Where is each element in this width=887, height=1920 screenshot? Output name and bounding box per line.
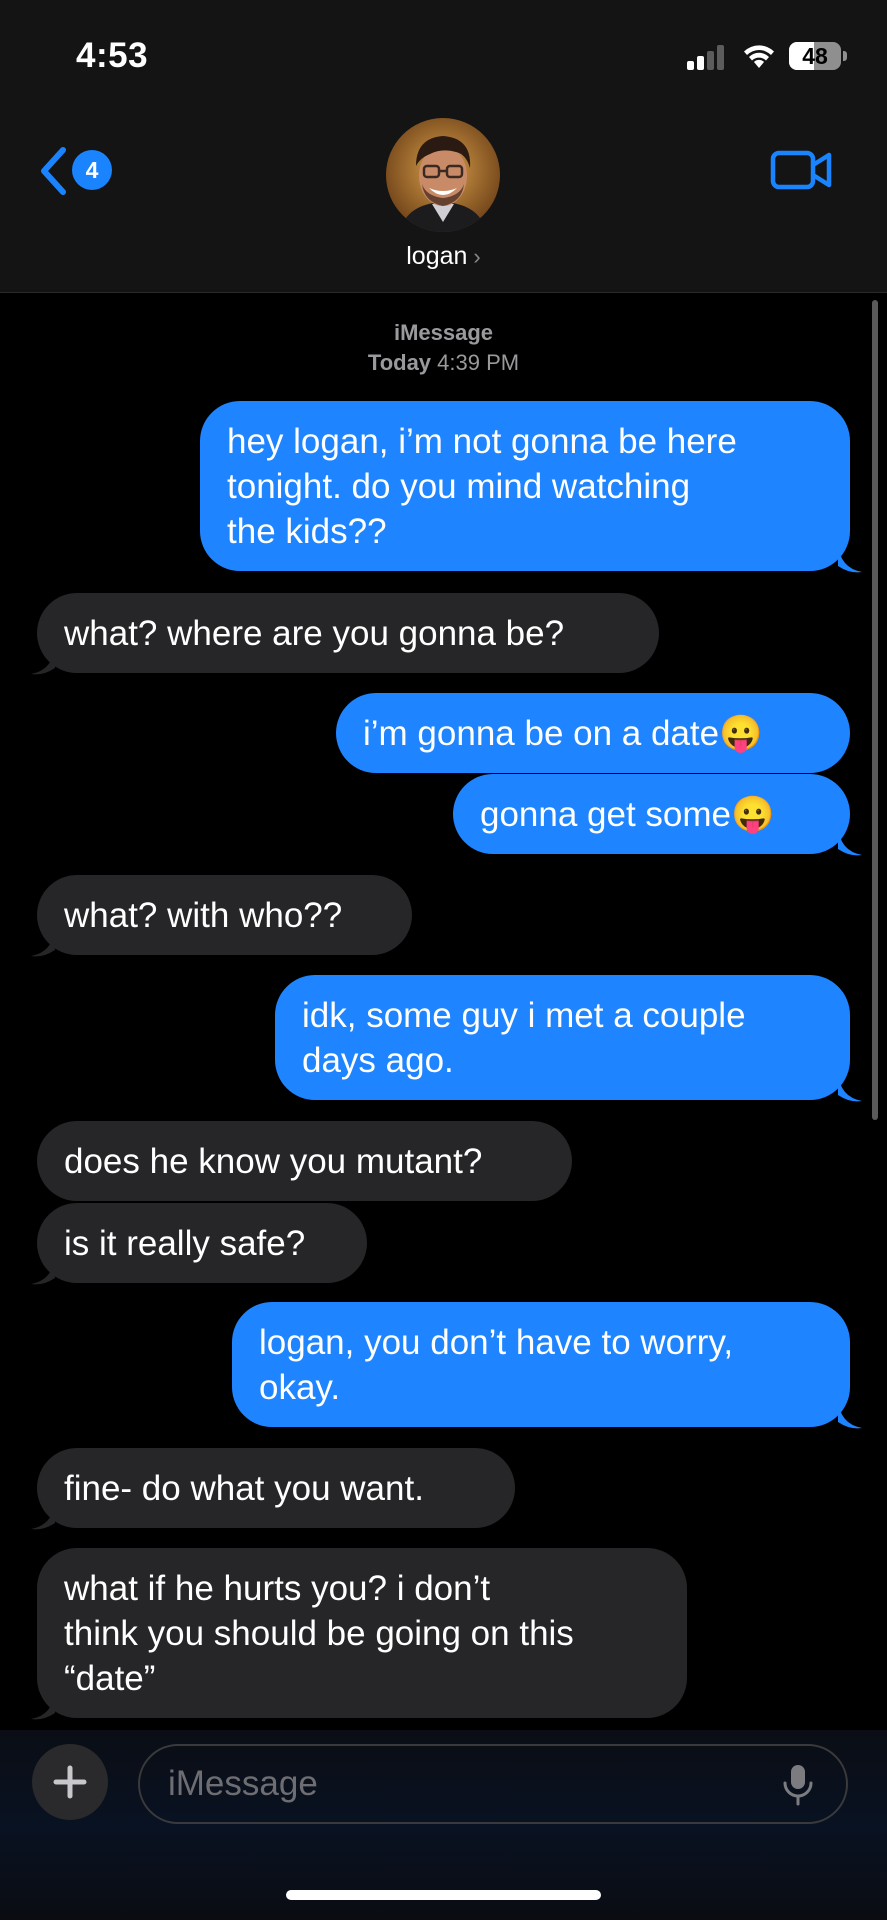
bubble-tail bbox=[838, 1073, 862, 1102]
message-line: days ago. bbox=[302, 1040, 454, 1080]
bubble-tail bbox=[31, 1691, 55, 1720]
status-bar: 4:53 48 bbox=[0, 0, 887, 100]
message-bubble[interactable]: logan, you don’t have to worry, okay. bbox=[232, 1302, 850, 1427]
message-bubble[interactable]: what? where are you gonna be? bbox=[37, 593, 659, 673]
message-line: hey logan, i’m not gonna be here bbox=[227, 421, 737, 461]
message-bubble[interactable]: what? with who?? bbox=[37, 875, 412, 955]
message-line: fine- do what you want. bbox=[64, 1468, 424, 1508]
back-chevron-icon bbox=[41, 147, 66, 195]
message-input[interactable]: iMessage bbox=[138, 1744, 848, 1824]
message-bubble[interactable]: idk, some guy i met a couple days ago. bbox=[275, 975, 850, 1100]
microphone-icon bbox=[783, 1765, 813, 1806]
contact-name-button[interactable]: logan › bbox=[0, 242, 887, 271]
message-bubble[interactable]: fine- do what you want. bbox=[37, 1448, 515, 1528]
message-line: is it really safe? bbox=[64, 1223, 306, 1263]
message-line: tonight. do you mind watching bbox=[227, 466, 691, 506]
message-line: “date” bbox=[64, 1658, 156, 1698]
message-line: logan, you don’t have to worry, bbox=[259, 1322, 734, 1362]
battery-cap bbox=[843, 51, 847, 61]
message-line: does he know you mutant? bbox=[64, 1141, 483, 1181]
message-bubble[interactable]: hey logan, i’m not gonna be here tonight… bbox=[200, 401, 850, 571]
status-time: 4:53 bbox=[76, 36, 149, 75]
chevron-right-icon: › bbox=[473, 244, 481, 269]
bubble-tail bbox=[838, 827, 862, 856]
avatar[interactable] bbox=[386, 118, 500, 232]
message-line: the kids?? bbox=[227, 511, 387, 551]
message-bubble[interactable]: what if he hurts you? i don’t think you … bbox=[37, 1548, 687, 1718]
bubble-tail bbox=[31, 1256, 55, 1285]
message-line: i’m gonna be on a date😛 bbox=[363, 713, 763, 753]
battery-percent: 48 bbox=[802, 43, 828, 69]
conversation-header: 4 logan › bbox=[0, 100, 887, 293]
date-label: Today bbox=[367, 350, 432, 375]
bubble-tail bbox=[31, 928, 55, 957]
message-line: what? with who?? bbox=[64, 895, 343, 935]
message-bubble[interactable]: i’m gonna be on a date😛 bbox=[336, 693, 850, 773]
signal-icon bbox=[687, 44, 727, 70]
home-indicator[interactable] bbox=[286, 1890, 601, 1900]
bubble-tail bbox=[31, 646, 55, 675]
back-button[interactable]: 4 bbox=[38, 142, 118, 202]
message-line: okay. bbox=[259, 1367, 341, 1407]
service-label: iMessage bbox=[393, 320, 494, 345]
bubble-tail bbox=[838, 544, 862, 573]
scrollbar[interactable] bbox=[872, 300, 878, 1120]
time-label: 4:39 PM bbox=[437, 350, 520, 375]
unread-count-badge: 4 bbox=[72, 150, 112, 190]
message-bubble[interactable]: does he know you mutant? bbox=[37, 1121, 572, 1201]
thread-timestamp: iMessage Today 4:39 PM bbox=[0, 318, 887, 378]
message-line: what? where are you gonna be? bbox=[64, 613, 565, 653]
message-line: what if he hurts you? i don’t bbox=[64, 1568, 491, 1608]
contact-name: logan bbox=[406, 242, 468, 270]
bubble-tail bbox=[31, 1501, 55, 1530]
dictation-button[interactable] bbox=[782, 1763, 814, 1812]
message-line: gonna get some😛 bbox=[480, 794, 775, 834]
video-call-button[interactable] bbox=[770, 148, 834, 197]
message-bubble[interactable]: is it really safe? bbox=[37, 1203, 367, 1283]
plus-icon bbox=[53, 1765, 87, 1799]
message-bubble[interactable]: gonna get some😛 bbox=[453, 774, 850, 854]
add-attachment-button[interactable] bbox=[32, 1744, 108, 1820]
message-input-placeholder: iMessage bbox=[168, 1764, 318, 1803]
bubble-tail bbox=[838, 1400, 862, 1429]
wifi-icon bbox=[741, 42, 777, 75]
video-call-icon bbox=[770, 150, 832, 190]
battery-icon: 48 bbox=[789, 42, 841, 70]
message-line: think you should be going on this bbox=[64, 1613, 574, 1653]
message-line: idk, some guy i met a couple bbox=[302, 995, 746, 1035]
